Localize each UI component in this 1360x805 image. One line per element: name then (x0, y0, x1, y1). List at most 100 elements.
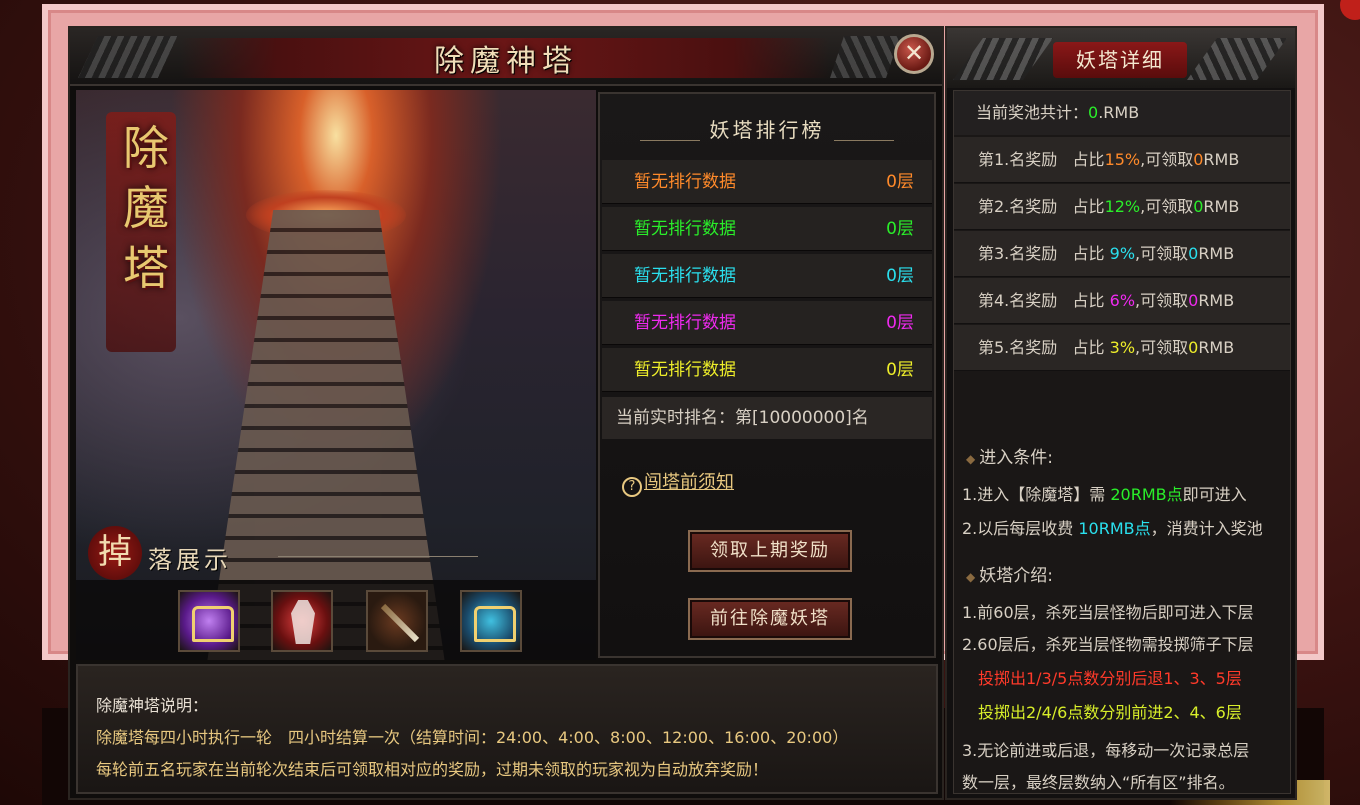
reward-rank: 第1.名奖励 (978, 150, 1058, 169)
reward-claim-label: ,可领取 (1140, 150, 1194, 169)
reward-claim-label: ,可领取 (1135, 244, 1189, 263)
drop-showcase-title: 掉 落展示 (88, 526, 488, 580)
reward-row: 第1.名奖励 占比15%,可领取0RMB (954, 137, 1290, 183)
reward-rank: 第3.名奖励 (978, 244, 1058, 263)
tower-ranking-panel: 妖塔排行榜 暂无排行数据 0层 暂无排行数据 0层 暂无排行数据 0层 暂无排行… (598, 92, 936, 658)
close-button[interactable]: ✕ (894, 34, 934, 74)
ranking-floor: 0层 (886, 313, 914, 333)
question-icon: ? (622, 477, 642, 497)
reward-row: 第5.名奖励 占比 3%,可领取0RMB (954, 325, 1290, 371)
header-divider (834, 140, 894, 141)
reward-percent: 12% (1104, 197, 1141, 216)
ranking-floor: 0层 (886, 266, 914, 286)
window-title-bar: 除魔神塔 ✕ (70, 28, 942, 86)
tower-intro-line: 1.前60层，杀死当层怪物后即可进入下层 (962, 603, 1254, 622)
close-icon: ✕ (903, 39, 925, 67)
drop-divider (278, 556, 478, 557)
prize-pool-row: 当前奖池共计：0.RMB (954, 91, 1290, 135)
detail-title-bar: 妖塔详细 (947, 28, 1295, 88)
ranking-row: 暂无排行数据 0层 (602, 207, 932, 251)
detail-title: 妖塔详细 (1053, 42, 1187, 78)
reward-unit: RMB (1198, 291, 1235, 310)
red-armor-set-icon[interactable] (271, 590, 333, 652)
detail-deco-left (953, 38, 1053, 80)
description-reward-rule: 每轮前五名玩家在当前轮次结束后可领取相对应的奖励，过期未领取的玩家视为自动放弃奖… (96, 760, 769, 779)
reward-share-label: 占比 (1072, 244, 1110, 263)
reward-claim-label: ,可领取 (1135, 338, 1189, 357)
reward-row: 第4.名奖励 占比 6%,可领取0RMB (954, 278, 1290, 324)
tower-intro-retreat: 投掷出1/3/5点数分别后退1、3、5层 (978, 669, 1242, 688)
reward-percent: 6% (1109, 291, 1136, 310)
diamond-bullet-icon: ◆ (966, 452, 976, 466)
reward-amount: 0 (1188, 338, 1199, 357)
reward-unit: RMB (1203, 197, 1240, 216)
flame-sword-icon[interactable] (366, 590, 428, 652)
ranking-row: 暂无排行数据 0层 (602, 348, 932, 392)
tower-intro-advance: 投掷出2/4/6点数分别前进2、4、6层 (978, 703, 1242, 722)
prize-pool-unit: .RMB (1098, 103, 1140, 122)
reward-amount: 0 (1188, 244, 1199, 263)
tower-artwork: 除 魔 塔 掉 落展示 (76, 90, 596, 660)
detail-body: 当前奖池共计：0.RMB 第1.名奖励 占比15%,可领取0RMB 第2.名奖励… (953, 90, 1291, 794)
claim-last-reward-button[interactable]: 领取上期奖励 (688, 530, 852, 572)
reward-amount: 0 (1193, 197, 1204, 216)
entry-cost: 20RMB点 (1110, 485, 1183, 504)
reward-percent: 3% (1109, 338, 1136, 357)
tower-intro-heading: ◆ 妖塔介绍: (966, 561, 1053, 586)
reward-share-label: 占比 (1072, 197, 1105, 216)
tower-notice-label: 闯塔前须知 (644, 472, 734, 493)
ranking-header: 妖塔排行榜 (709, 118, 825, 142)
ranking-row: 暂无排行数据 0层 (602, 254, 932, 298)
reward-amount: 0 (1193, 150, 1204, 169)
reward-claim-label: ,可领取 (1135, 291, 1189, 310)
blue-treasure-chest-icon[interactable] (460, 590, 522, 652)
tower-intro-line: 2.60层后，杀死当层怪物需投掷筛子下层 (962, 635, 1254, 654)
reward-row: 第3.名奖励 占比 9%,可领取0RMB (954, 231, 1290, 277)
tower-calligraphy: 除 魔 塔 (114, 118, 178, 298)
ranking-name: 暂无排行数据 (634, 219, 736, 239)
reward-share-label: 占比 (1072, 338, 1110, 357)
tower-intro-line: 数一层，最终层数纳入“所有区”排名。 (962, 773, 1235, 792)
entry-condition-text: 即可进入 (1182, 485, 1247, 504)
ranking-row: 暂无排行数据 0层 (602, 160, 932, 204)
floor-cost: 10RMB点 (1078, 519, 1151, 538)
reward-claim-label: ,可领取 (1140, 197, 1194, 216)
tower-intro-line: 3.无论前进或后退，每移动一次记录总层 (962, 741, 1250, 760)
calligraphy-char: 魔 (123, 181, 169, 235)
drop-showcase-label: 落展示 (148, 546, 232, 574)
ranking-name: 暂无排行数据 (634, 360, 736, 380)
ranking-floor: 0层 (886, 360, 914, 380)
calligraphy-char: 塔 (123, 241, 169, 295)
reward-percent: 15% (1104, 150, 1141, 169)
ranking-floor: 0层 (886, 172, 914, 192)
reward-percent: 9% (1109, 244, 1136, 263)
current-rank: 当前实时排名：第[10000000]名 (602, 397, 932, 439)
reward-share-label: 占比 (1072, 150, 1105, 169)
ranking-name: 暂无排行数据 (634, 172, 736, 192)
reward-rank: 第4.名奖励 (978, 291, 1058, 310)
drop-seal-icon: 掉 (88, 526, 142, 580)
ranking-floor: 0层 (886, 219, 914, 239)
reward-rank: 第5.名奖励 (978, 338, 1058, 357)
purple-treasure-chest-icon[interactable] (178, 590, 240, 652)
description-heading: 除魔神塔说明： (96, 696, 209, 715)
entry-condition-text: ，消费计入奖池 (1150, 519, 1263, 538)
entry-condition-text: 1.进入【除魔塔】需 (962, 485, 1111, 504)
demon-tower-window: 除魔神塔 ✕ 除 魔 塔 掉 落展示 妖塔排行榜 暂无排行数据 0层 暂无排行数… (68, 26, 944, 800)
reward-row: 第2.名奖励 占比12%,可领取0RMB (954, 184, 1290, 230)
calligraphy-char: 除 (123, 121, 169, 175)
tower-notice-link[interactable]: ? 闯塔前须知 (622, 468, 734, 497)
goto-demon-tower-button[interactable]: 前往除魔妖塔 (688, 598, 852, 640)
tower-description-box: 除魔神塔说明： 除魔塔每四小时执行一轮 四小时结算一次（结算时间：24:00、4… (76, 664, 938, 794)
detail-deco-right (1187, 38, 1287, 80)
entry-condition-2: 2.以后每层收费 10RMB点，消费计入奖池 (962, 515, 1263, 539)
prize-pool-value: 0 (1088, 103, 1099, 122)
entry-conditions-heading: ◆ 进入条件: (966, 443, 1053, 468)
tower-intro-label: 妖塔介绍: (979, 566, 1053, 586)
ranking-name: 暂无排行数据 (634, 313, 736, 333)
entry-condition-1: 1.进入【除魔塔】需 20RMB点即可进入 (962, 481, 1247, 505)
entry-conditions-label: 进入条件: (979, 448, 1053, 468)
reward-rank: 第2.名奖励 (978, 197, 1058, 216)
reward-unit: RMB (1203, 150, 1240, 169)
window-title: 除魔神塔 (434, 44, 578, 79)
